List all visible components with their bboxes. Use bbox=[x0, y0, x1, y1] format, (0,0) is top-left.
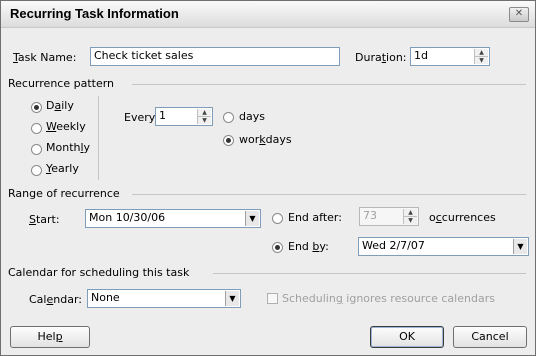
workdays-label: workdays bbox=[239, 133, 292, 146]
dialog-title: Recurring Task Information bbox=[10, 6, 179, 21]
calendar-label: Calendar: bbox=[29, 293, 82, 306]
end-after-input[interactable]: 73 ▲ ▼ bbox=[359, 207, 419, 226]
monthly-label: Monthly bbox=[46, 141, 91, 154]
start-date-value: Mon 10/30/06 bbox=[89, 211, 166, 224]
radio-monthly[interactable] bbox=[31, 144, 42, 155]
days-label: days bbox=[239, 110, 265, 123]
end-by-label: End by: bbox=[288, 240, 329, 253]
end-by-date-select[interactable]: Wed 2/7/07 ▼ bbox=[358, 237, 529, 256]
every-spinner-icon[interactable]: ▲ ▼ bbox=[197, 109, 211, 124]
chevron-down-icon[interactable]: ▼ bbox=[225, 291, 239, 306]
start-date-select[interactable]: Mon 10/30/06 ▼ bbox=[85, 209, 261, 228]
range-divider bbox=[132, 194, 526, 195]
end-after-value: 73 bbox=[363, 209, 377, 222]
weekly-label: Weekly bbox=[46, 120, 86, 133]
radio-daily[interactable] bbox=[31, 102, 42, 113]
recurring-task-dialog: Recurring Task Information ✕ Task Name: … bbox=[0, 0, 536, 356]
task-name-label-text: ask Name: bbox=[17, 51, 77, 64]
ok-button[interactable]: OK bbox=[370, 326, 444, 348]
radio-days[interactable] bbox=[223, 112, 234, 123]
recurrence-divider bbox=[132, 84, 526, 85]
calendar-divider bbox=[213, 273, 526, 274]
occurrences-label: occurrences bbox=[429, 211, 496, 224]
radio-end-by[interactable] bbox=[272, 242, 283, 253]
calendar-heading: Calendar for scheduling this task bbox=[8, 266, 190, 279]
calendar-value: None bbox=[91, 291, 120, 304]
range-heading: Range of recurrence bbox=[8, 187, 120, 200]
close-icon[interactable]: ✕ bbox=[509, 7, 529, 22]
end-by-value: Wed 2/7/07 bbox=[362, 239, 425, 252]
duration-label: Duration: bbox=[355, 51, 407, 64]
recurrence-pattern-heading: Recurrence pattern bbox=[8, 77, 115, 90]
task-name-input[interactable]: Check ticket sales bbox=[90, 47, 340, 66]
radio-workdays[interactable] bbox=[223, 135, 234, 146]
duration-input[interactable]: 1d ▲ ▼ bbox=[410, 47, 490, 66]
ignore-calendars-label: Scheduling ignores resource calendars bbox=[282, 292, 495, 305]
duration-value: 1d bbox=[414, 49, 428, 62]
end-after-label: End after: bbox=[288, 211, 342, 224]
pattern-divider bbox=[98, 96, 99, 180]
end-after-spinner-icon[interactable]: ▲ ▼ bbox=[403, 209, 417, 224]
cancel-button[interactable]: Cancel bbox=[453, 326, 527, 348]
radio-weekly[interactable] bbox=[31, 123, 42, 134]
radio-end-after[interactable] bbox=[272, 213, 283, 224]
task-name-label: Task Name: bbox=[13, 51, 77, 64]
every-input[interactable]: 1 ▲ ▼ bbox=[155, 107, 213, 126]
yearly-label: Yearly bbox=[46, 162, 79, 175]
radio-yearly[interactable] bbox=[31, 165, 42, 176]
chevron-down-icon[interactable]: ▼ bbox=[245, 211, 259, 226]
calendar-select[interactable]: None ▼ bbox=[87, 289, 241, 308]
title-bar: Recurring Task Information ✕ bbox=[1, 1, 535, 28]
ignore-calendars-checkbox[interactable] bbox=[267, 293, 278, 304]
every-value: 1 bbox=[159, 109, 166, 122]
help-button[interactable]: Help bbox=[10, 326, 90, 348]
duration-spinner-icon[interactable]: ▲ ▼ bbox=[474, 49, 488, 64]
every-label: Every bbox=[124, 111, 156, 124]
chevron-down-icon[interactable]: ▼ bbox=[513, 239, 527, 254]
daily-label: Daily bbox=[46, 99, 74, 112]
start-label: Start: bbox=[29, 213, 60, 226]
